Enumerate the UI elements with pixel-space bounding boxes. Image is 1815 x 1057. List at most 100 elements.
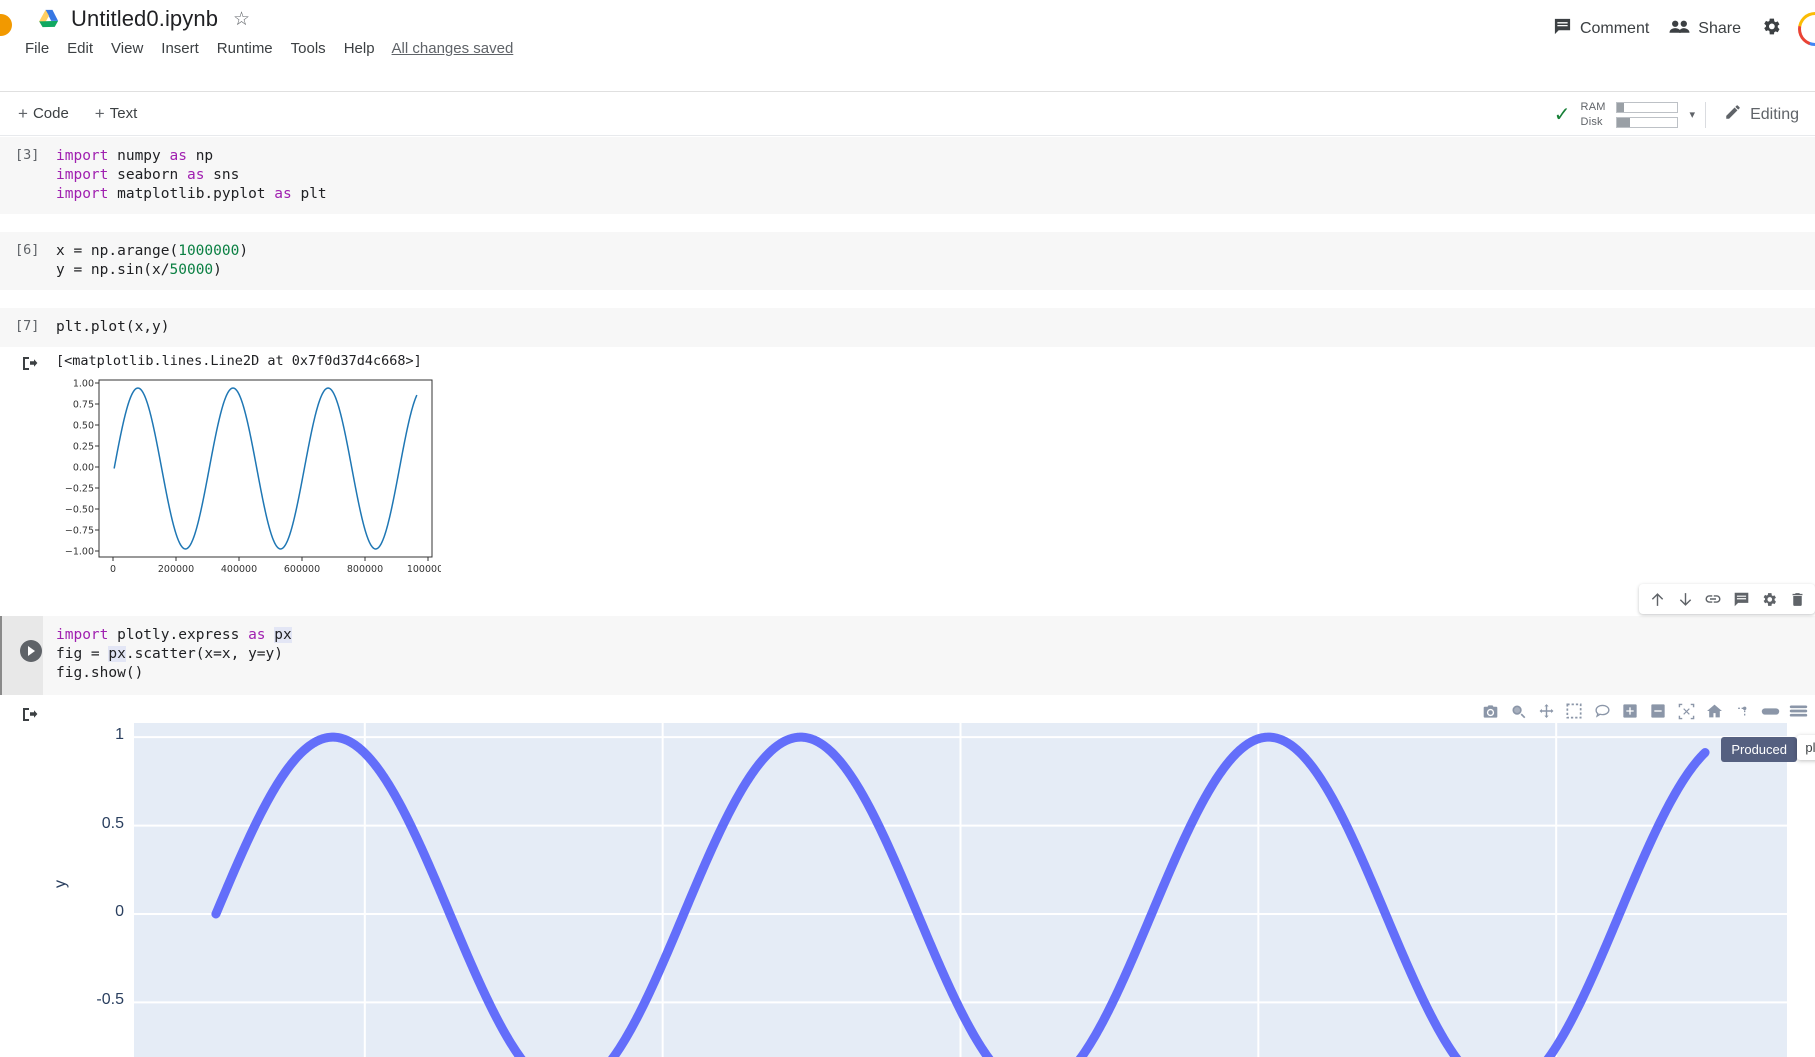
comment-icon <box>1553 17 1572 41</box>
editing-label: Editing <box>1750 105 1799 123</box>
plotly-output[interactable]: Produced plotly-l y 1 0.5 0 -0.5 <box>0 695 1815 1057</box>
code-text[interactable]: x = np.arange(1000000) y = np.sin(x/50000… <box>0 242 1815 280</box>
active-cell-editor[interactable]: import plotly.express as px fig = px.scat… <box>0 616 1815 695</box>
ram-meter-track <box>1615 101 1678 113</box>
share-label: Share <box>1698 20 1741 37</box>
runtime-status-group: ✓ RAM Disk ▾ Editing <box>1554 98 1807 131</box>
output-stream-icon <box>22 356 38 371</box>
mpl-xtick-label: 200000 <box>158 564 194 575</box>
code-text[interactable]: import plotly.express as px fig = px.scat… <box>0 626 1815 683</box>
plotly-plot-area[interactable] <box>134 723 1787 1057</box>
code-line: import seaborn as sns <box>56 167 240 183</box>
move-cell-down-icon[interactable] <box>1671 585 1699 613</box>
star-icon[interactable]: ☆ <box>233 10 250 29</box>
gear-icon[interactable] <box>1755 585 1783 613</box>
disk-meter-row: Disk <box>1581 116 1678 128</box>
save-status-link[interactable]: All changes saved <box>392 40 514 57</box>
mpl-ytick-label: 0.25 <box>73 442 94 453</box>
drive-icon <box>38 9 60 29</box>
connected-check-icon: ✓ <box>1553 103 1571 126</box>
cell-action-toolbar <box>1639 584 1815 614</box>
browser-profile-avatar[interactable] <box>0 14 12 36</box>
editing-mode-button[interactable]: Editing <box>1716 98 1807 131</box>
matplotlib-figure: 1.00 0.75 0.50 0.25 0.00 −0.25 −0.50 −0.… <box>56 374 449 589</box>
mpl-xtick-label: 800000 <box>347 564 383 575</box>
comment-icon[interactable] <box>1727 585 1755 613</box>
menu-bar: File Edit View Insert Runtime Tools Help… <box>16 36 513 61</box>
cell-output: [<matplotlib.lines.Line2D at 0x7f0d37d4c… <box>0 347 1815 594</box>
code-line: fig = px.scatter(x=x, y=y) <box>56 646 283 662</box>
cell-execution-count: [7] <box>15 318 40 334</box>
delete-cell-icon[interactable] <box>1783 585 1811 613</box>
code-line: x = np.arange(1000000) <box>56 243 249 259</box>
mpl-xtick-label: 0 <box>110 564 116 575</box>
run-cell-button[interactable] <box>20 640 42 662</box>
disk-meter-track <box>1615 116 1678 128</box>
code-line: import matplotlib.pyplot as plt <box>56 186 327 202</box>
plotly-link-tooltip: plotly-l <box>1797 735 1815 760</box>
menu-item-insert[interactable]: Insert <box>152 36 208 61</box>
menu-item-file[interactable]: File <box>16 36 58 61</box>
comment-label: Comment <box>1579 20 1650 37</box>
code-cell[interactable]: [6] x = np.arange(1000000) y = np.sin(x/5… <box>0 232 1815 290</box>
menu-item-edit[interactable]: Edit <box>58 36 102 61</box>
plotly-ytick-label: -0.5 <box>96 991 124 1009</box>
code-cell-editor[interactable]: [3] import numpy as np import seaborn as … <box>0 137 1815 214</box>
code-line: import plotly.express as px <box>56 627 292 643</box>
share-button[interactable]: Share <box>1659 13 1751 46</box>
code-line: plt.plot(x,y) <box>56 319 170 335</box>
header-actions: Comment Share <box>1543 10 1815 48</box>
disk-meter-fill <box>1616 117 1630 127</box>
app-header: Untitled0.ipynb ☆ File Edit View Insert … <box>0 0 1815 92</box>
mpl-ytick-label: 0.75 <box>73 400 94 411</box>
mpl-ytick-label: −0.50 <box>65 505 94 516</box>
plotly-ytick-label: 0 <box>115 903 124 920</box>
gear-icon <box>1761 16 1782 42</box>
code-cell[interactable]: [3] import numpy as np import seaborn as … <box>0 137 1815 214</box>
plotly-tooltip: Produced <box>1721 737 1797 762</box>
code-line: import numpy as np <box>56 148 214 164</box>
disk-label: Disk <box>1580 116 1603 128</box>
plotly-chart[interactable]: y 1 0.5 0 -0.5 <box>0 695 1815 1057</box>
code-text[interactable]: import numpy as np import seaborn as sns i… <box>0 147 1815 204</box>
code-text[interactable]: plt.plot(x,y) <box>0 318 1815 337</box>
code-line: y = np.sin(x/50000) <box>56 262 222 278</box>
menu-item-help[interactable]: Help <box>335 36 384 61</box>
add-text-cell-button[interactable]: + Text <box>87 102 145 125</box>
plotly-yaxis-title: y <box>52 880 69 888</box>
move-cell-up-icon[interactable] <box>1643 585 1671 613</box>
plotly-ytick-label: 1 <box>115 726 124 744</box>
link-icon[interactable] <box>1699 585 1727 613</box>
chevron-down-icon[interactable]: ▾ <box>1690 108 1696 121</box>
people-icon <box>1669 19 1690 40</box>
menu-item-runtime[interactable]: Runtime <box>208 36 282 61</box>
mpl-ytick-label: 0.50 <box>73 421 94 432</box>
mpl-ytick-label: −1.00 <box>65 547 94 558</box>
resource-meters[interactable]: RAM Disk <box>1581 101 1678 128</box>
add-cell-group: + Code + Text <box>10 102 145 125</box>
document-title[interactable]: Untitled0.ipynb <box>71 6 218 32</box>
menu-item-view[interactable]: View <box>102 36 152 61</box>
plotly-ytick-label: 0.5 <box>101 814 124 832</box>
active-code-cell[interactable]: import plotly.express as px fig = px.scat… <box>0 584 1815 695</box>
notebook-toolbar: + Code + Text ✓ RAM Disk ▾ Editing <box>0 92 1815 136</box>
user-avatar[interactable] <box>1798 12 1815 46</box>
add-text-label: Text <box>109 105 138 122</box>
code-cell[interactable]: [7] plt.plot(x,y) [<matplotlib.lines.Lin… <box>0 308 1815 594</box>
toolbar-divider <box>1705 101 1707 128</box>
menu-item-tools[interactable]: Tools <box>282 36 335 61</box>
matplotlib-repr-text: [<matplotlib.lines.Line2D at 0x7f0d37d4c… <box>56 353 422 369</box>
add-code-cell-button[interactable]: + Code <box>10 102 77 125</box>
cell-execution-count: [3] <box>15 147 40 163</box>
mpl-ytick-label: 1.00 <box>73 379 94 390</box>
mpl-xtick-label: 600000 <box>284 564 320 575</box>
settings-button[interactable] <box>1751 10 1792 48</box>
mpl-ytick-label: −0.75 <box>65 526 94 537</box>
notebook-body[interactable]: [3] import numpy as np import seaborn as … <box>0 137 1815 1057</box>
code-cell-editor[interactable]: [7] plt.plot(x,y) <box>0 308 1815 347</box>
comment-button[interactable]: Comment <box>1543 11 1659 47</box>
ram-meter-fill <box>1616 102 1624 112</box>
cell-execution-count: [6] <box>15 242 40 258</box>
code-cell-editor[interactable]: [6] x = np.arange(1000000) y = np.sin(x/5… <box>0 232 1815 290</box>
mpl-xtick-label: 1000000 <box>407 564 441 575</box>
